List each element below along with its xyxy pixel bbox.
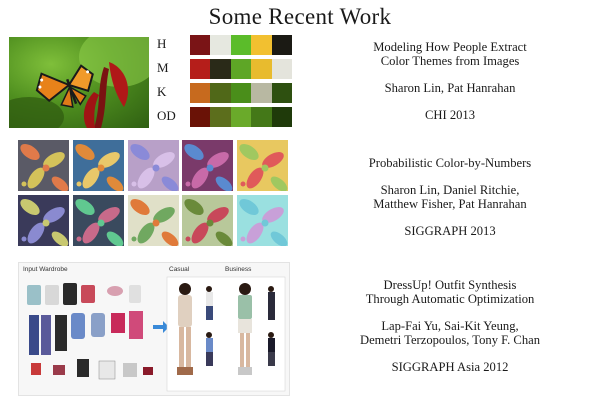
- work-2-authors-line-1: Sharon Lin, Daniel Ritchie,: [380, 183, 520, 197]
- color-swatch: [271, 59, 293, 79]
- work-3-authors-line-2: Demetri Terzopoulos, Tony F. Chan: [359, 333, 541, 347]
- wardrobe-and-avatars: [27, 276, 286, 392]
- theme-method-labels: H M K OD: [157, 32, 185, 128]
- work-3-text: DressUp! Outfit Synthesis Through Automa…: [300, 278, 600, 374]
- color-swatch: [190, 59, 211, 79]
- work-3-authors-line-1: Lap-Fai Yu, Sai-Kit Yeung,: [381, 319, 519, 333]
- color-swatch: [230, 83, 252, 103]
- pattern-tile: [127, 140, 179, 191]
- pattern-tile: [72, 140, 124, 191]
- color-swatch: [251, 107, 272, 127]
- color-swatch: [190, 107, 211, 127]
- theme-label-h: H: [157, 36, 167, 51]
- work-3-title-line-1: DressUp! Outfit Synthesis: [383, 278, 517, 292]
- work-2-venue: SIGGRAPH 2013: [404, 224, 496, 238]
- work-2-authors-line-2: Matthew Fisher, Pat Hanrahan: [373, 197, 527, 211]
- color-swatch: [251, 59, 272, 79]
- color-swatch: [271, 107, 293, 127]
- input-wardrobe-label: Input Wardrobe: [23, 266, 68, 273]
- theme-label-k: K: [157, 84, 167, 99]
- pattern-tile: [72, 195, 124, 246]
- theme-label-od: OD: [157, 108, 176, 123]
- work-1-venue: CHI 2013: [424, 108, 476, 122]
- outfit-synthesis-figure: Input Wardrobe Casual Business: [18, 262, 290, 396]
- color-swatch: [210, 83, 231, 103]
- color-swatch: [271, 83, 293, 103]
- pattern-tile: [127, 195, 179, 246]
- color-swatch: [210, 35, 231, 55]
- color-swatch: [230, 59, 252, 79]
- casual-label: Casual: [169, 266, 190, 273]
- color-theme-swatches: [190, 35, 293, 131]
- pattern-tile: [237, 140, 288, 191]
- theme-label-m: M: [157, 60, 169, 75]
- page-title: Some Recent Work: [208, 4, 392, 29]
- butterfly-illustration: [9, 37, 149, 128]
- work-1-title-line-1: Modeling How People Extract: [373, 40, 527, 54]
- pattern-tile: [237, 195, 288, 246]
- color-swatch: [271, 35, 293, 55]
- color-swatch: [251, 83, 272, 103]
- work-2-title-line-1: Probabilistic Color-by-Numbers: [368, 156, 532, 170]
- work-3-title-line-2: Through Automatic Optimization: [365, 292, 535, 306]
- color-swatch: [230, 35, 252, 55]
- pattern-tile: [18, 195, 69, 246]
- color-swatch: [210, 59, 231, 79]
- work-3-venue: SIGGRAPH Asia 2012: [391, 360, 509, 374]
- pattern-tile: [182, 195, 234, 246]
- pattern-tile: [182, 140, 234, 191]
- work-1-title-line-2: Color Themes from Images: [380, 54, 520, 68]
- work-1-text: Modeling How People Extract Color Themes…: [300, 40, 600, 122]
- pattern-tile: [18, 140, 69, 191]
- color-swatch: [210, 107, 231, 127]
- color-swatch: [230, 107, 252, 127]
- butterfly-photo: [9, 37, 149, 128]
- color-swatch: [190, 35, 211, 55]
- work-1-authors: Sharon Lin, Pat Hanrahan: [384, 81, 516, 95]
- theme-swatch-row: [190, 83, 293, 103]
- theme-swatch-row: [190, 35, 293, 55]
- theme-swatch-row: [190, 107, 293, 127]
- theme-swatch-row: [190, 59, 293, 79]
- clothing-items: [27, 283, 153, 380]
- color-swatch: [190, 83, 211, 103]
- color-swatch: [251, 35, 272, 55]
- color-by-numbers-pattern-grid: [18, 140, 288, 248]
- arrow-icon: [153, 321, 169, 333]
- work-2-text: Probabilistic Color-by-Numbers Sharon Li…: [300, 156, 600, 238]
- business-label: Business: [225, 266, 252, 273]
